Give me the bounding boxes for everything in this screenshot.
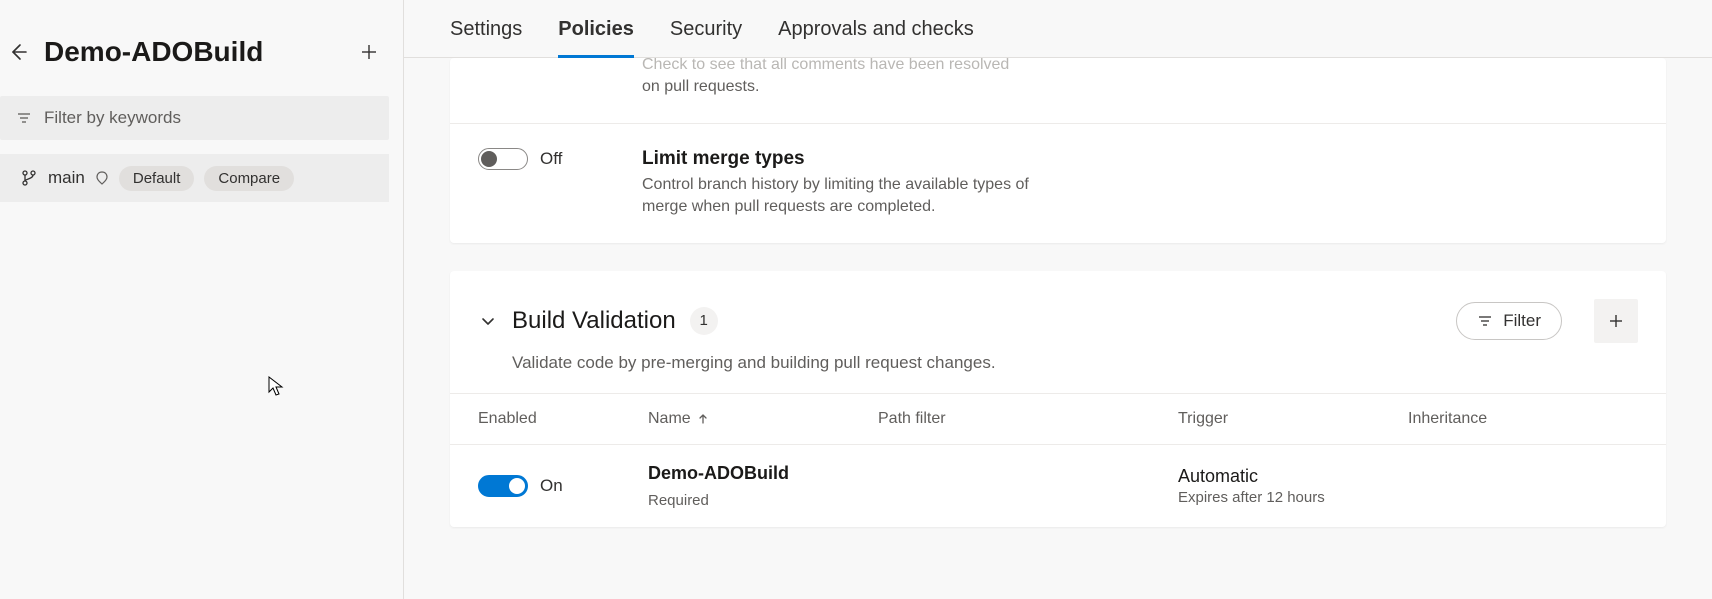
col-name-label: Name [648,410,691,428]
filter-button[interactable]: Filter [1456,302,1562,340]
repo-title: Demo-ADOBuild [44,36,343,68]
comment-resolution-policy: Off Check to see that all comments have … [450,58,1666,124]
limit-merge-toggle-wrap: Off [478,148,618,170]
row-name: Demo-ADOBuild [648,463,789,484]
truncated-line2: on pull requests. [642,78,759,95]
build-validation-count: 1 [690,307,718,335]
bookmark-icon [95,171,109,185]
build-validation-desc: Validate code by pre-merging and buildin… [450,353,1666,393]
sort-asc-icon [697,413,709,425]
limit-merge-policy: Off Limit merge types Control branch his… [450,124,1666,243]
limit-merge-title: Limit merge types [642,148,1062,170]
back-arrow-icon[interactable] [4,38,32,66]
build-table-header: Enabled Name Path filter Trigger Inherit… [450,393,1666,445]
row-required: Required [648,492,709,509]
limit-merge-toggle-label: Off [540,149,562,169]
filter-icon [1477,313,1493,329]
truncated-line1: Check to see that all comments have been… [642,58,1009,73]
branch-row[interactable]: main Default Compare [0,154,389,202]
tab-settings[interactable]: Settings [450,18,522,57]
col-inherit[interactable]: Inheritance [1408,410,1638,428]
row-toggle-label: On [540,476,563,496]
default-badge: Default [119,166,195,191]
tabs: Settings Policies Security Approvals and… [404,0,1712,58]
col-enabled[interactable]: Enabled [478,410,648,428]
filter-input-row [0,96,389,140]
build-validation-title: Build Validation [512,307,676,335]
chevron-down-icon[interactable] [478,311,498,331]
build-validation-card: Build Validation 1 Filter Validate code … [450,271,1666,527]
filter-button-label: Filter [1503,311,1541,331]
table-row[interactable]: On Demo-ADOBuild Required Automatic Expi… [450,445,1666,527]
sidebar-header: Demo-ADOBuild [0,0,403,96]
row-trigger: Automatic [1178,466,1408,487]
branch-policies-card: Off Check to see that all comments have … [450,58,1666,243]
compare-badge: Compare [204,166,294,191]
tab-policies[interactable]: Policies [558,18,634,57]
scroll-area[interactable]: Off Check to see that all comments have … [404,58,1712,599]
add-branch-button[interactable] [355,38,383,66]
build-validation-header: Build Validation 1 Filter [450,271,1666,353]
row-expires: Expires after 12 hours [1178,489,1408,506]
content-area: Settings Policies Security Approvals and… [404,0,1712,599]
add-build-policy-button[interactable] [1594,299,1638,343]
sidebar: Demo-ADOBuild main Default Compare [0,0,404,599]
filter-input[interactable] [44,108,373,128]
col-name[interactable]: Name [648,410,878,428]
tab-approvals[interactable]: Approvals and checks [778,18,974,57]
col-path[interactable]: Path filter [878,410,1178,428]
tab-security[interactable]: Security [670,18,742,57]
limit-merge-desc: Control branch history by limiting the a… [642,174,1062,219]
limit-merge-toggle[interactable] [478,148,528,170]
branch-name: main [48,168,85,188]
row-toggle[interactable] [478,475,528,497]
filter-icon [16,110,32,126]
branch-icon [20,169,38,187]
col-trigger[interactable]: Trigger [1178,410,1408,428]
